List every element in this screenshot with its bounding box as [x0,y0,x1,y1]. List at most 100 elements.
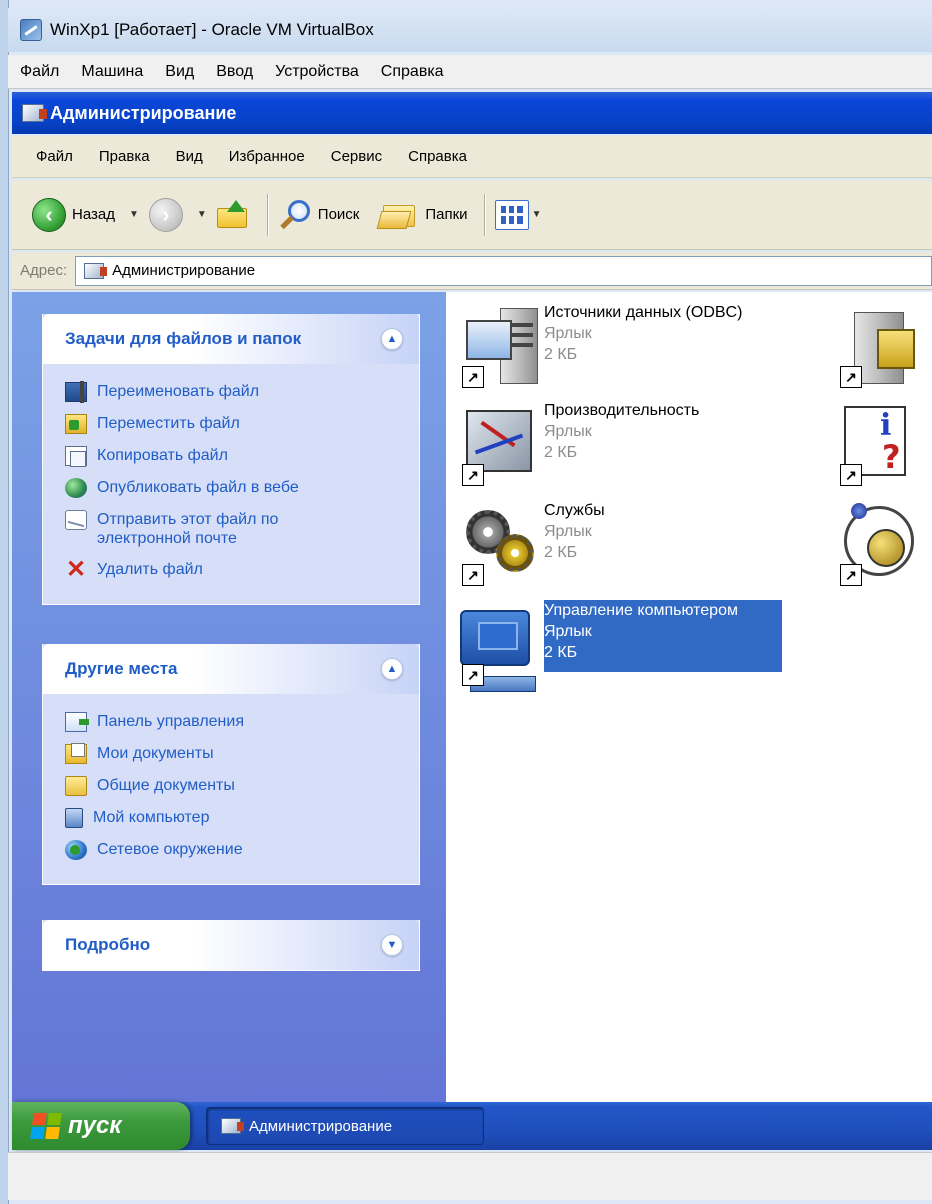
task-rename-file[interactable]: Переименовать файл [65,381,403,403]
explorer-toolbar: ‹ Назад ▼ › ▼ Поиск Папки ▼ [12,180,932,250]
file-size: 2 КБ [544,544,578,561]
help-info-icon: ↗ [834,400,918,486]
place-shared-documents[interactable]: Общие документы [65,776,403,796]
forward-button[interactable]: › [148,197,183,232]
admin-tools-icon [22,104,47,122]
task-label: Опубликовать файл в вебе [97,479,299,496]
expand-icon[interactable]: ▼ [381,934,403,956]
search-icon [278,198,312,232]
views-icon [494,199,529,230]
address-input[interactable]: Администрирование [75,255,932,286]
task-publish-web[interactable]: Опубликовать файл в вебе [65,478,403,498]
odbc-icon: ↗ [456,302,540,388]
task-label: Отправить этот файл по электронной почте [97,511,279,547]
file-item-computer-management[interactable]: ↗ Управление компьютером Ярлык 2 КБ [456,600,782,692]
details-group: Подробно ▼ [42,920,420,971]
forward-dropdown-icon[interactable]: ▼ [197,209,207,220]
menu-help[interactable]: Справка [408,148,467,165]
file-item-local-security[interactable]: ↗ [834,302,922,388]
shortcut-arrow-icon: ↗ [840,366,862,388]
task-email-file[interactable]: Отправить этот файл по электронной почте [65,510,403,548]
virtualbox-statusbar [8,1152,932,1200]
place-my-documents[interactable]: Мои документы [65,743,403,764]
computer-management-icon: ↗ [456,600,540,692]
place-label: Общие документы [97,777,235,794]
menu-view[interactable]: Вид [176,148,203,165]
file-size: 2 КБ [544,444,578,461]
explorer-menubar: Файл Правка Вид Избранное Сервис Справка [12,136,932,178]
toolbar-separator [266,193,268,236]
file-type: Ярлык [544,623,592,640]
menu-favorites[interactable]: Избранное [229,148,305,165]
taskbar-item-admin-tools[interactable]: Администрирование [206,1107,484,1145]
task-label: Переименовать файл [97,383,260,400]
virtualbox-icon [20,19,42,41]
task-label: Переместить файл [97,415,240,432]
vbox-menu-machine[interactable]: Машина [81,63,143,81]
menu-file[interactable]: Файл [36,148,73,165]
shortcut-arrow-icon: ↗ [462,366,484,388]
address-label: Адрес: [20,262,68,279]
task-delete-file[interactable]: ✕ Удалить файл [65,558,403,582]
admin-tools-icon [221,1118,244,1134]
views-button[interactable]: ▼ [494,199,552,230]
publish-web-icon [65,478,87,498]
start-button[interactable]: пуск [12,1102,190,1150]
admin-tools-icon [84,262,108,279]
folder-up-icon [216,199,251,230]
taskbar-item-label: Администрирование [249,1117,393,1135]
file-item-component-services[interactable]: ↗ [834,500,922,586]
collapse-icon[interactable]: ▲ [381,658,403,680]
details-header[interactable]: Подробно ▼ [43,920,419,970]
back-button[interactable]: ‹ Назад [32,197,115,232]
file-name: Источники данных (ODBC) [544,304,743,321]
place-label: Панель управления [97,713,244,730]
task-pane: Задачи для файлов и папок ▲ Переименоват… [12,292,446,1102]
vbox-menu-input[interactable]: Ввод [216,63,253,81]
vbox-menu-view[interactable]: Вид [165,63,194,81]
task-move-file[interactable]: Переместить файл [65,414,403,434]
virtualbox-titlebar: WinXp1 [Работает] - Oracle VM VirtualBox [8,8,932,52]
task-label: Удалить файл [97,561,203,578]
place-my-computer[interactable]: Мой компьютер [65,808,403,828]
other-places-header[interactable]: Другие места ▲ [43,644,419,694]
file-name: Производительность [544,402,700,419]
back-label: Назад [72,206,115,223]
folders-icon [376,199,419,231]
other-places-title: Другие места [65,659,178,678]
file-list: ↗ Источники данных (ODBC) Ярлык 2 КБ ↗ П… [446,292,932,1102]
place-control-panel[interactable]: Панель управления [65,712,403,732]
shortcut-arrow-icon: ↗ [462,664,484,686]
file-item-event-viewer[interactable]: ↗ [834,400,922,486]
back-dropdown-icon[interactable]: ▼ [129,209,139,220]
collapse-icon[interactable]: ▲ [381,328,403,350]
folders-button[interactable]: Папки [376,199,468,231]
file-tasks-title: Задачи для файлов и папок [65,329,302,348]
menu-edit[interactable]: Правка [99,148,150,165]
performance-icon: ↗ [456,400,540,486]
forward-arrow-icon: › [148,197,183,232]
other-places-group: Другие места ▲ Панель управления Мои док… [42,644,420,885]
vbox-menu-file[interactable]: Файл [20,63,59,81]
search-button[interactable]: Поиск [278,198,359,232]
vbox-menu-devices[interactable]: Устройства [275,63,359,81]
task-copy-file[interactable]: Копировать файл [65,446,403,467]
place-network[interactable]: Сетевое окружение [65,840,403,860]
vbox-menu-help[interactable]: Справка [381,63,444,81]
email-icon [65,510,87,530]
virtualbox-menubar: Файл Машина Вид Ввод Устройства Справка [8,55,932,89]
back-arrow-icon: ‹ [32,197,66,232]
shortcut-arrow-icon: ↗ [462,464,484,486]
file-tasks-header[interactable]: Задачи для файлов и папок ▲ [43,314,419,364]
rename-icon [65,381,87,403]
address-value: Администрирование [112,262,256,279]
virtualbox-title: WinXp1 [Работает] - Oracle VM VirtualBox [50,20,374,39]
up-button[interactable] [216,199,251,230]
file-item-odbc[interactable]: ↗ Источники данных (ODBC) Ярлык 2 КБ [456,302,742,388]
task-label: Копировать файл [97,447,228,464]
file-item-performance[interactable]: ↗ Производительность Ярлык 2 КБ [456,400,699,486]
menu-tools[interactable]: Сервис [331,148,382,165]
copy-icon [65,446,87,467]
file-type: Ярлык [544,423,592,440]
file-item-services[interactable]: ↗ Службы Ярлык 2 КБ [456,500,605,586]
